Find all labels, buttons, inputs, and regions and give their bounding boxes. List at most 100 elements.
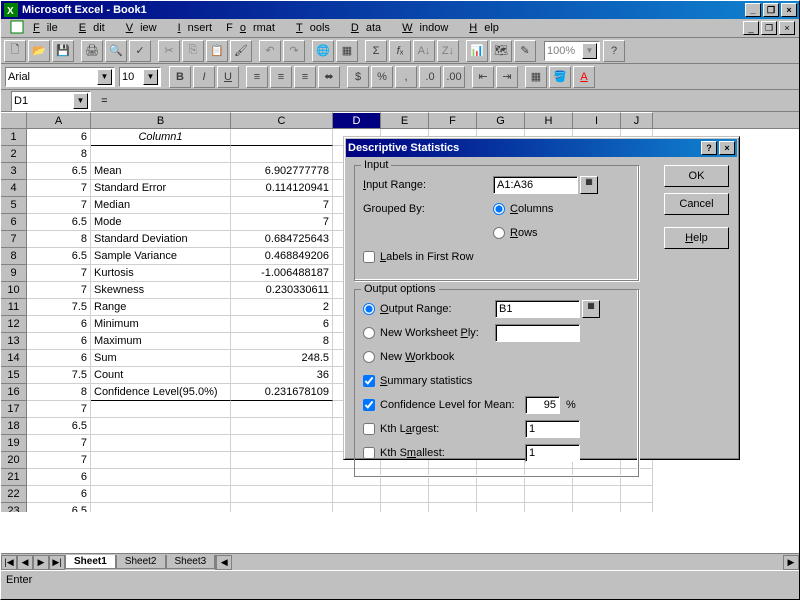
doc-close-button[interactable]: × [779,21,795,35]
ok-button[interactable]: OK [664,165,729,187]
cell[interactable] [91,469,231,486]
cell[interactable] [91,452,231,469]
col-header-G[interactable]: G [477,112,525,128]
cell[interactable] [91,146,231,163]
cell[interactable]: 2 [231,299,333,316]
cell[interactable]: Minimum [91,316,231,333]
doc-minimize-button[interactable]: _ [743,21,759,35]
cell[interactable]: Sample Variance [91,248,231,265]
menu-help[interactable]: Help [455,20,506,36]
col-header-B[interactable]: B [91,112,231,128]
menu-tools[interactable]: Tools [282,20,337,36]
cell[interactable]: 6 [27,333,91,350]
inc-decimal-button[interactable]: .0 [419,66,441,88]
cell[interactable] [231,452,333,469]
menu-insert[interactable]: Insert [164,20,220,36]
undo-button[interactable]: ↶ [259,40,281,62]
format-painter-button[interactable]: 🖌 [230,40,252,62]
col-header-C[interactable]: C [231,112,333,128]
col-header-J[interactable]: J [621,112,653,128]
row-header-5[interactable]: 5 [1,197,27,214]
currency-button[interactable]: $ [347,66,369,88]
cell[interactable]: 0.230330611 [231,282,333,299]
cell[interactable] [429,503,477,512]
paste-button[interactable]: 📋 [206,40,228,62]
cell[interactable]: 7 [27,197,91,214]
cell[interactable]: Maximum [91,333,231,350]
row-header-14[interactable]: 14 [1,350,27,367]
merge-button[interactable]: ⬌ [318,66,340,88]
doc-restore-button[interactable]: ❐ [761,21,777,35]
row-header-11[interactable]: 11 [1,299,27,316]
row-header-23[interactable]: 23 [1,503,27,512]
row-header-2[interactable]: 2 [1,146,27,163]
zoom-combo[interactable]: 100%▼ [544,41,600,61]
cell[interactable] [91,503,231,512]
radio-rows[interactable] [493,227,505,239]
hscrollbar[interactable]: ◀ ▶ [215,555,799,570]
align-left-button[interactable]: ≡ [246,66,268,88]
menu-data[interactable]: Data [337,20,388,36]
cell[interactable]: 6 [27,129,91,146]
radio-new-workbook[interactable] [363,351,375,363]
next-sheet-button[interactable]: ▶ [33,555,49,570]
cell[interactable]: Mean [91,163,231,180]
first-sheet-button[interactable]: |◀ [1,555,17,570]
print-button[interactable]: 🖨 [81,40,103,62]
row-header-9[interactable]: 9 [1,265,27,282]
cell[interactable]: Range [91,299,231,316]
borders-button[interactable]: ▦ [525,66,547,88]
name-box[interactable]: D1▼ [11,91,91,111]
cell[interactable]: 6 [27,350,91,367]
cell[interactable] [231,146,333,163]
cell[interactable]: Kurtosis [91,265,231,282]
size-combo[interactable]: 10▼ [119,67,161,87]
row-header-1[interactable]: 1 [1,129,27,146]
row-header-12[interactable]: 12 [1,316,27,333]
row-header-18[interactable]: 18 [1,418,27,435]
cell[interactable] [231,435,333,452]
drawing-button[interactable]: ✎ [514,40,536,62]
col-header-D[interactable]: D [333,112,381,128]
menu-format[interactable]: Format [219,20,282,36]
cell[interactable]: -1.006488187 [231,265,333,282]
row-header-20[interactable]: 20 [1,452,27,469]
kth-largest-field[interactable] [525,420,580,438]
sort-desc-button[interactable]: Z↓ [437,40,459,62]
help-button[interactable]: ? [603,40,625,62]
cell[interactable] [573,503,621,512]
cell[interactable] [91,418,231,435]
row-header-6[interactable]: 6 [1,214,27,231]
cell[interactable] [477,503,525,512]
cell[interactable]: 6 [27,316,91,333]
check-confidence[interactable] [363,399,375,411]
row-header-7[interactable]: 7 [1,231,27,248]
comma-button[interactable]: , [395,66,417,88]
cell[interactable]: 7 [27,401,91,418]
row-header-10[interactable]: 10 [1,282,27,299]
confidence-field[interactable] [525,396,560,414]
cell[interactable] [91,401,231,418]
cell[interactable]: 7 [27,180,91,197]
cell[interactable]: Standard Error [91,180,231,197]
bold-button[interactable]: B [169,66,191,88]
cell[interactable] [231,486,333,503]
kth-smallest-field[interactable] [525,444,580,462]
cell[interactable]: 8 [231,333,333,350]
percent-button[interactable]: % [371,66,393,88]
cell[interactable]: 8 [27,231,91,248]
cell[interactable]: 6.5 [27,418,91,435]
radio-columns[interactable] [493,203,505,215]
col-header-I[interactable]: I [573,112,621,128]
output-range-refedit[interactable]: ▦ [582,300,600,318]
cancel-button[interactable]: Cancel [664,193,729,215]
hyperlink-button[interactable]: 🌐 [312,40,334,62]
menu-edit[interactable]: Edit [65,20,112,36]
col-header-F[interactable]: F [429,112,477,128]
cell[interactable] [333,503,381,512]
last-sheet-button[interactable]: ▶| [49,555,65,570]
inc-indent-button[interactable]: ⇥ [496,66,518,88]
prev-sheet-button[interactable]: ◀ [17,555,33,570]
open-button[interactable]: 📂 [28,40,50,62]
cell[interactable] [231,129,333,146]
